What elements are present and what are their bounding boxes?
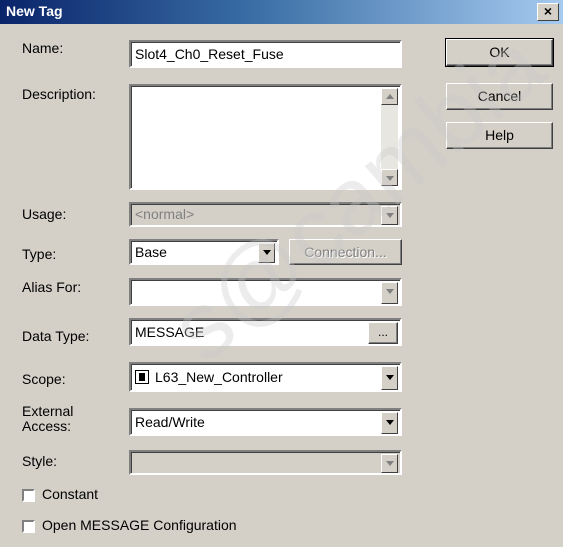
connection-button[interactable]: Connection... <box>289 239 402 265</box>
usage-label: Usage: <box>22 206 67 222</box>
datatype-label: Data Type: <box>22 328 90 344</box>
cancel-button-label: Cancel <box>477 88 522 104</box>
alias-label: Alias For: <box>22 279 82 295</box>
style-label: Style: <box>22 453 58 469</box>
chevron-down-icon <box>386 213 394 218</box>
chevron-down-icon <box>386 420 394 425</box>
chevron-down-icon <box>386 461 394 466</box>
scroll-up-button[interactable] <box>381 88 398 105</box>
description-scrollbar[interactable] <box>381 88 398 186</box>
chevron-down-icon <box>386 289 394 294</box>
help-button[interactable]: Help <box>446 122 553 149</box>
name-label: Name: <box>22 40 64 56</box>
access-label: External Access: <box>22 404 73 434</box>
scroll-down-button[interactable] <box>381 169 398 186</box>
type-label: Type: <box>22 246 57 262</box>
ok-button[interactable]: OK <box>445 38 554 67</box>
help-button-label: Help <box>485 127 514 143</box>
title-bar: New Tag × <box>0 0 563 24</box>
access-value: Read/Write <box>135 414 205 430</box>
open-config-checkbox[interactable] <box>22 520 35 533</box>
usage-value: <normal> <box>135 206 195 222</box>
type-value: Base <box>135 244 167 260</box>
constant-checkbox[interactable] <box>22 489 35 502</box>
usage-dropdown-button[interactable] <box>381 206 398 225</box>
access-select[interactable]: Read/Write <box>129 408 402 436</box>
close-icon: × <box>543 3 553 19</box>
access-label-line1: External <box>22 403 74 419</box>
chevron-down-icon <box>386 375 394 380</box>
name-input[interactable]: Slot4_Ch0_Reset_Fuse <box>129 40 402 68</box>
style-select[interactable] <box>129 450 402 475</box>
window-title: New Tag <box>6 3 63 19</box>
description-label: Description: <box>22 86 96 102</box>
type-dropdown-button[interactable] <box>258 243 275 263</box>
ok-button-label: OK <box>489 44 510 60</box>
access-dropdown-button[interactable] <box>381 412 398 434</box>
style-dropdown-button[interactable] <box>381 454 398 473</box>
description-textarea[interactable] <box>129 84 402 190</box>
open-config-label: Open MESSAGE Configuration <box>42 517 237 533</box>
datatype-input[interactable]: MESSAGE ... <box>129 318 402 346</box>
scope-value: L63_New_Controller <box>155 369 283 385</box>
scope-select[interactable]: L63_New_Controller <box>129 362 402 392</box>
scope-dropdown-button[interactable] <box>381 366 398 390</box>
controller-icon <box>135 370 149 384</box>
scroll-down-icon <box>386 176 394 181</box>
cancel-button[interactable]: Cancel <box>446 83 553 110</box>
name-value: Slot4_Ch0_Reset_Fuse <box>135 46 284 62</box>
alias-select[interactable] <box>129 278 402 306</box>
scope-label: Scope: <box>22 371 66 387</box>
usage-select[interactable]: <normal> <box>129 202 402 227</box>
scroll-up-icon <box>386 94 394 99</box>
alias-dropdown-button[interactable] <box>381 282 398 304</box>
connection-button-label: Connection... <box>304 244 387 260</box>
datatype-browse-button[interactable]: ... <box>368 322 398 344</box>
chevron-down-icon <box>263 250 271 255</box>
ellipsis-icon: ... <box>377 325 388 339</box>
close-button[interactable]: × <box>537 3 559 21</box>
type-select[interactable]: Base <box>129 239 279 265</box>
access-label-line2: Access: <box>22 418 72 434</box>
datatype-value: MESSAGE <box>135 324 205 340</box>
constant-label: Constant <box>42 486 99 502</box>
